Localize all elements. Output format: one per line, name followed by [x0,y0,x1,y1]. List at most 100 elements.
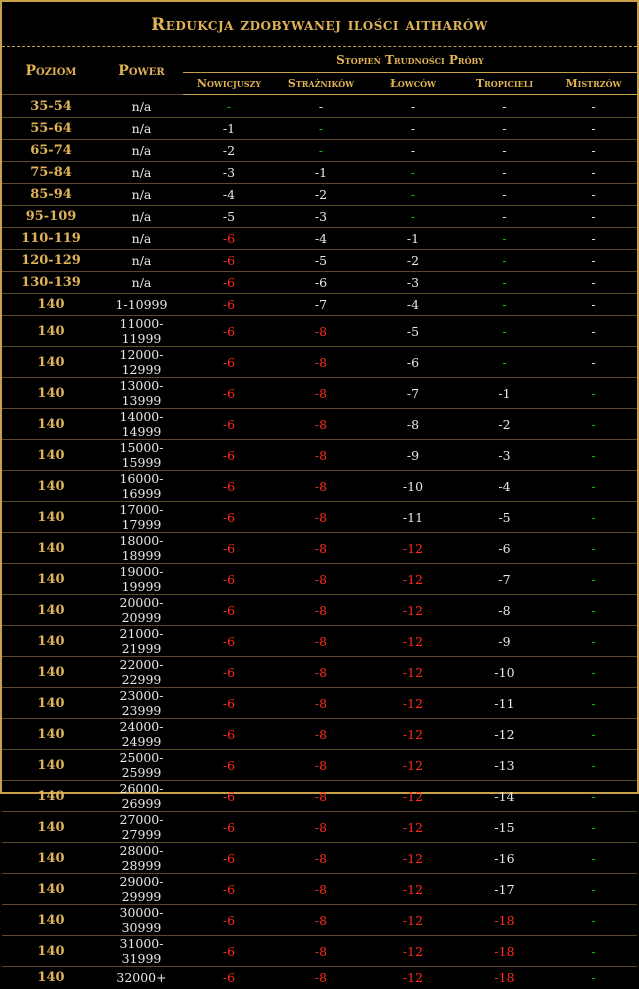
table-row: 140 22000-22999 -6 -8 -12 -10- [2,656,638,688]
reduction-cell: -14 [459,780,550,812]
level-cell: 140 [2,470,100,502]
reduction-cell: - [550,377,638,409]
table-row: 140 28000-28999 -6 -8 -12 -16- [2,842,638,874]
level-cell: 140 [2,594,100,626]
reduction-cell: -11 [367,501,459,533]
reduction-cell: -11 [459,687,550,719]
table-row: 140 21000-21999 -6 -8 -12 -9- [2,625,638,657]
reduction-cell: -6 [183,346,275,378]
reduction-cell: -6 [183,470,275,502]
reduction-cell: -6 [367,346,459,378]
reduction-cell: -12 [367,687,459,719]
reduction-cell: -8 [275,842,367,874]
reduction-cell: -8 [275,718,367,750]
header-difficulty-guardian: Strażników [275,72,367,95]
reduction-cell: -6 [183,842,275,874]
reduction-cell: -5 [367,315,459,347]
table-row: 140 23000-23999 -6 -8 -12 -11- [2,687,638,719]
reduction-cell: -6 [183,563,275,595]
reduction-cell: -6 [183,532,275,564]
reduction-cell: - [550,315,638,347]
reduction-cell: -18 [459,966,550,989]
reduction-cell: - [275,139,367,162]
level-cell: 140 [2,811,100,843]
table-row: 35-54 n/a - - - - - [2,94,638,118]
reduction-cell: -12 [367,656,459,688]
reduction-cell: - [550,873,638,905]
reduction-cell: -12 [367,563,459,595]
reduction-cell: -12 [367,718,459,750]
reduction-cell: -8 [275,966,367,989]
reduction-cell: -6 [275,271,367,294]
level-cell: 140 [2,377,100,409]
reduction-cell: -9 [459,625,550,657]
table-row: 140 30000-30999 -6 -8 -12 -18- [2,904,638,936]
reduction-cell: - [550,966,638,989]
table-row: 120-129 n/a -6 -5 -2- - [2,249,638,272]
reduction-cell: -8 [275,470,367,502]
power-cell: 14000-14999 [100,408,183,440]
reduction-cell: -6 [183,594,275,626]
reduction-cell: -4 [459,470,550,502]
power-cell: n/a [100,205,183,228]
reduction-cell: -5 [275,249,367,272]
power-cell: 17000-17999 [100,501,183,533]
table-row: 85-94 n/a -4 -2- - - [2,183,638,206]
reduction-cell: -6 [183,873,275,905]
reduction-cell: - [550,117,638,140]
power-cell: 20000-20999 [100,594,183,626]
table-row: 140 27000-27999 -6 -8 -12 -15- [2,811,638,843]
level-cell: 140 [2,873,100,905]
reduction-cell: -8 [275,439,367,471]
power-cell: 18000-18999 [100,532,183,564]
level-cell: 85-94 [2,183,100,206]
reduction-cell: - [550,227,638,250]
reduction-cell: -8 [275,315,367,347]
reduction-cell: -1 [275,161,367,184]
reduction-cell: -12 [367,780,459,812]
level-cell: 140 [2,904,100,936]
reduction-cell: -8 [275,532,367,564]
reduction-cell: -5 [459,501,550,533]
reduction-cell: -8 [275,656,367,688]
level-cell: 140 [2,293,100,316]
reduction-cell: -6 [183,293,275,316]
reduction-cell: -12 [367,625,459,657]
reduction-cell: -8 [275,873,367,905]
reduction-cell: -12 [367,594,459,626]
power-cell: 30000-30999 [100,904,183,936]
reduction-cell: -6 [183,227,275,250]
level-cell: 140 [2,656,100,688]
reduction-cell: - [550,749,638,781]
reduction-cell: -6 [183,780,275,812]
power-cell: 1-10999 [100,293,183,316]
reduction-cell: - [183,94,275,118]
reduction-cell: -8 [275,811,367,843]
header-difficulty-group: Stopień Trudności Próby [183,47,638,73]
level-cell: 130-139 [2,271,100,294]
reduction-cell: - [550,811,638,843]
level-cell: 95-109 [2,205,100,228]
table-row: 140 19000-19999 -6 -8 -12 -7- [2,563,638,595]
reduction-cell: -3 [367,271,459,294]
power-cell: 29000-29999 [100,873,183,905]
reduction-cell: - [550,439,638,471]
reduction-cell: -3 [459,439,550,471]
reduction-cell: -12 [367,966,459,989]
reduction-cell: - [459,249,550,272]
reduction-cell: -12 [367,873,459,905]
reduction-cell: -4 [367,293,459,316]
reduction-cell: -8 [275,594,367,626]
level-cell: 55-64 [2,117,100,140]
reduction-cell: -1 [183,117,275,140]
level-cell: 140 [2,439,100,471]
reduction-cell: - [550,563,638,595]
power-cell: 24000-24999 [100,718,183,750]
power-cell: 16000-16999 [100,470,183,502]
reduction-cell: -6 [459,532,550,564]
reduction-cell: - [550,293,638,316]
table-row: 140 11000-11999 -6 -8 -5- - [2,315,638,347]
reduction-cell: -12 [459,718,550,750]
reduction-cell: -6 [183,408,275,440]
level-cell: 120-129 [2,249,100,272]
